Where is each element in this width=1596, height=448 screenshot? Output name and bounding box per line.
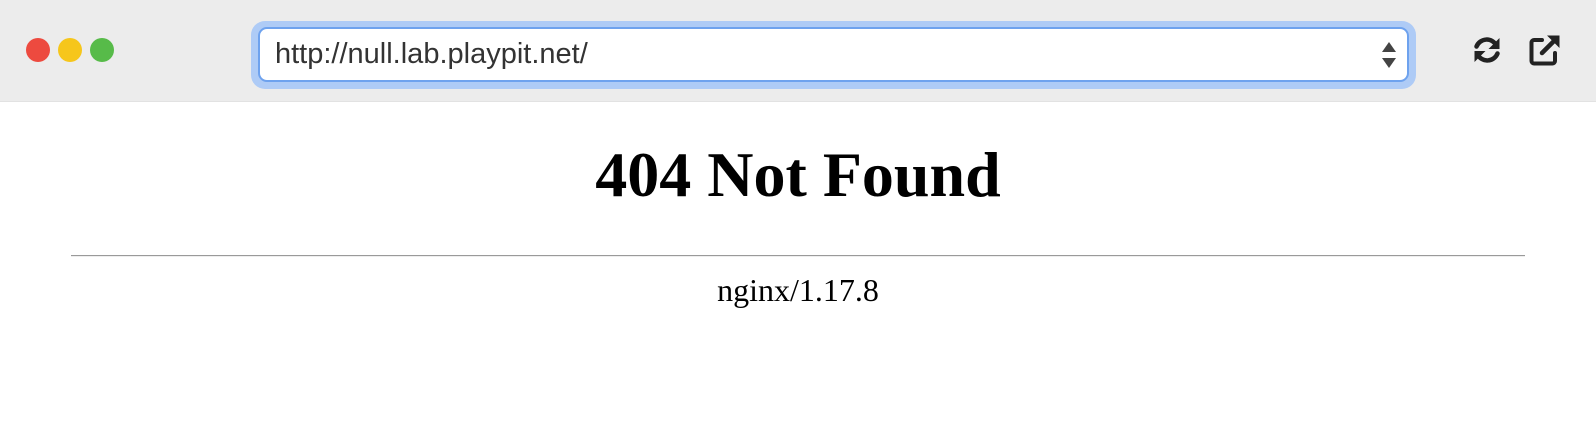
url-text[interactable]: http://null.lab.playpit.net/ <box>275 29 588 80</box>
browser-window: http://null.lab.playpit.net/ 404 Not Fou… <box>0 0 1596 448</box>
horizontal-rule <box>71 255 1525 257</box>
url-dropdown-stepper-icon[interactable] <box>1381 41 1397 69</box>
address-bar[interactable]: http://null.lab.playpit.net/ <box>258 27 1409 82</box>
minimize-window-button[interactable] <box>58 38 82 62</box>
close-window-button[interactable] <box>26 38 50 62</box>
open-external-icon[interactable] <box>1527 32 1563 68</box>
page-title: 404 Not Found <box>595 139 1001 210</box>
browser-toolbar: http://null.lab.playpit.net/ <box>0 0 1596 102</box>
server-info: nginx/1.17.8 <box>717 272 879 308</box>
reload-icon[interactable] <box>1469 32 1505 68</box>
maximize-window-button[interactable] <box>90 38 114 62</box>
page-content: 404 Not Found nginx/1.17.8 <box>0 102 1596 448</box>
